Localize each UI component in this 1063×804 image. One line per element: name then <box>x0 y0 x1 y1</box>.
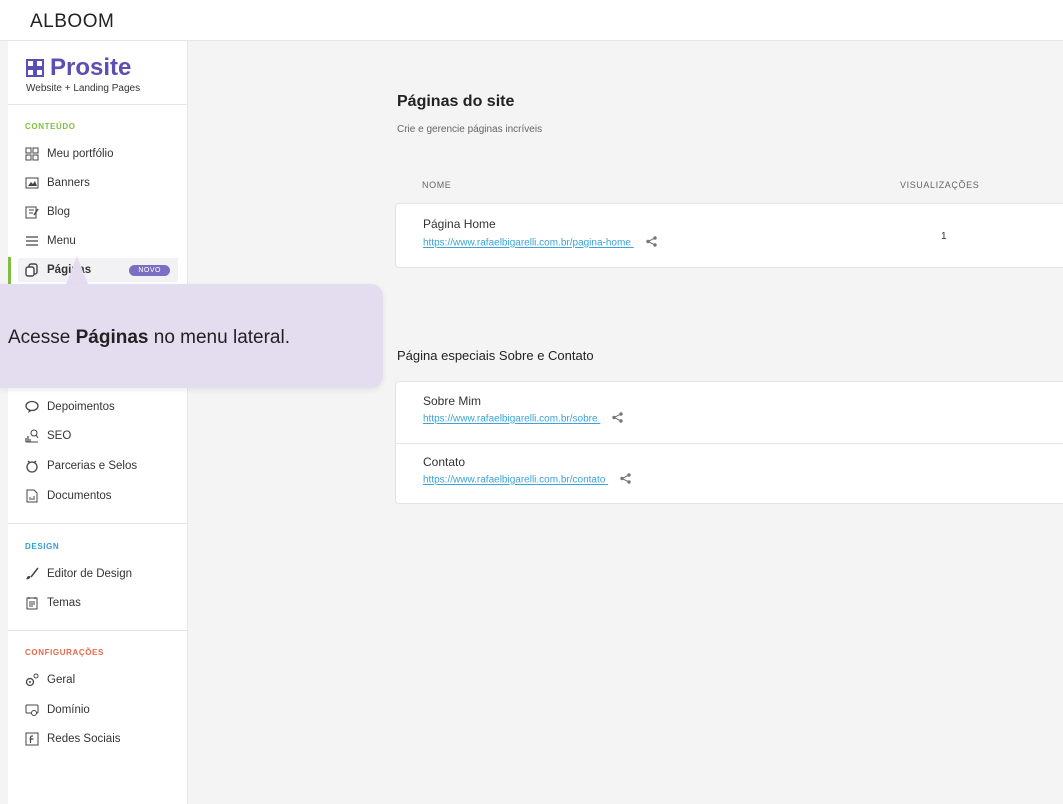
share-icon[interactable] <box>645 236 657 250</box>
brand[interactable]: Prosite Website + Landing Pages <box>26 55 140 94</box>
sidebar-item-menu[interactable]: Menu <box>18 229 178 253</box>
seal-icon <box>24 458 40 474</box>
table-row[interactable]: Página Home https://www.rafaelbigarelli.… <box>396 204 1063 267</box>
share-icon[interactable] <box>620 473 631 487</box>
sidebar-item-label: Temas <box>47 597 81 609</box>
page-name[interactable]: Página Home <box>423 217 496 231</box>
brush-icon <box>24 566 40 582</box>
document-icon <box>24 488 40 504</box>
sidebar-item-label: Geral <box>47 674 76 686</box>
sidebar-item-label: Banners <box>47 177 90 189</box>
sidebar-item-banners[interactable]: Banners <box>18 171 178 195</box>
onboarding-tooltip: Acesse Páginas no menu lateral. <box>0 284 383 388</box>
page-url-link[interactable]: https://www.rafaelbigarelli.com.br/pagin… <box>423 238 631 249</box>
column-header-views: VISUALIZAÇÕES <box>900 180 980 190</box>
tooltip-text: Acesse Páginas no menu lateral. <box>8 327 290 349</box>
share-icon[interactable] <box>612 412 624 426</box>
sidebar: Prosite Website + Landing Pages CONTEÚDO… <box>8 41 188 804</box>
sidebar-item-documentos[interactable]: Documentos <box>18 484 178 508</box>
page-title: Páginas do site <box>397 93 515 110</box>
sidebar-item-label: SEO <box>47 430 72 442</box>
sidebar-item-label: Documentos <box>47 490 112 502</box>
sidebar-item-redes[interactable]: Redes Sociais <box>18 727 178 751</box>
sidebar-item-dominio[interactable]: Domínio <box>18 698 178 722</box>
brand-title-row: Prosite <box>26 55 140 81</box>
sidebar-item-editor[interactable]: Editor de Design <box>18 562 178 586</box>
brand-subtitle: Website + Landing Pages <box>26 83 141 94</box>
chat-icon <box>24 399 40 415</box>
divider <box>8 630 187 631</box>
sidebar-item-label: Domínio <box>47 704 90 716</box>
section-label-design: DESIGN <box>25 542 60 551</box>
top-bar: ALBOOM <box>0 0 1063 41</box>
sidebar-item-label: Depoimentos <box>47 401 115 413</box>
sidebar-item-geral[interactable]: Geral <box>18 668 178 692</box>
page-url-row: https://www.rafaelbigarelli.com.br/pagin… <box>423 236 657 250</box>
tooltip-suffix: no menu lateral. <box>148 327 290 348</box>
prosite-logo-icon <box>26 59 44 77</box>
active-indicator <box>8 257 11 285</box>
sidebar-item-label: Parcerias e Selos <box>47 460 138 472</box>
sidebar-item-seo[interactable]: SEO <box>18 424 178 448</box>
image-icon <box>24 175 40 191</box>
column-header-name: NOME <box>422 180 452 190</box>
special-pages-title: Página especiais Sobre e Contato <box>397 348 594 363</box>
tooltip-bold: Páginas <box>75 327 149 348</box>
tooltip-prefix: Acesse <box>8 327 76 348</box>
theme-icon <box>24 595 40 611</box>
divider <box>8 104 187 105</box>
page-subtitle: Crie e gerencie páginas incríveis <box>397 124 543 135</box>
page-url-link[interactable]: https://www.rafaelbigarelli.com.br/sobre <box>423 414 598 425</box>
domain-icon <box>24 702 40 718</box>
sidebar-item-blog[interactable]: Blog <box>18 200 178 224</box>
page-views: 1 <box>941 231 947 242</box>
sidebar-item-paginas[interactable]: Páginas NOVO <box>18 258 178 282</box>
page-name[interactable]: Sobre Mim <box>423 394 481 408</box>
divider <box>8 523 187 524</box>
sidebar-item-label: Redes Sociais <box>47 733 121 745</box>
table-row[interactable]: Contato https://www.rafaelbigarelli.com.… <box>396 444 1063 504</box>
sidebar-item-label: Meu portfólio <box>47 148 114 160</box>
page-url-row: https://www.rafaelbigarelli.com.br/sobre <box>423 412 624 426</box>
sidebar-item-label: Blog <box>47 206 71 218</box>
special-pages-card: Sobre Mim https://www.rafaelbigarelli.co… <box>395 381 1063 504</box>
sidebar-item-label: Menu <box>47 235 76 247</box>
table-row[interactable]: Sobre Mim https://www.rafaelbigarelli.co… <box>396 382 1063 443</box>
new-badge: NOVO <box>129 265 170 276</box>
social-icon <box>24 731 40 747</box>
sidebar-item-label: Editor de Design <box>47 568 133 580</box>
grid-icon <box>24 146 40 162</box>
section-label-conteudo: CONTEÚDO <box>25 122 76 131</box>
tooltip-arrow <box>66 256 88 284</box>
alboom-logo[interactable]: ALBOOM <box>30 11 114 33</box>
sidebar-item-portfolio[interactable]: Meu portfólio <box>18 142 178 166</box>
page-url-row: https://www.rafaelbigarelli.com.br/conta… <box>423 473 631 487</box>
brand-title: Prosite <box>50 54 132 81</box>
sidebar-item-parcerias[interactable]: Parcerias e Selos <box>18 454 178 478</box>
pages-icon <box>24 262 40 278</box>
page-url-link[interactable]: https://www.rafaelbigarelli.com.br/conta… <box>423 475 605 486</box>
page-name[interactable]: Contato <box>423 455 465 469</box>
seo-icon <box>24 428 40 444</box>
section-label-configuracoes: CONFIGURAÇÕES <box>25 648 104 657</box>
pages-card: Página Home https://www.rafaelbigarelli.… <box>395 203 1063 268</box>
sidebar-item-depoimentos[interactable]: Depoimentos <box>18 395 178 419</box>
menu-icon <box>24 233 40 249</box>
gear-icon <box>24 672 40 688</box>
sidebar-item-temas[interactable]: Temas <box>18 591 178 615</box>
edit-icon <box>24 204 40 220</box>
